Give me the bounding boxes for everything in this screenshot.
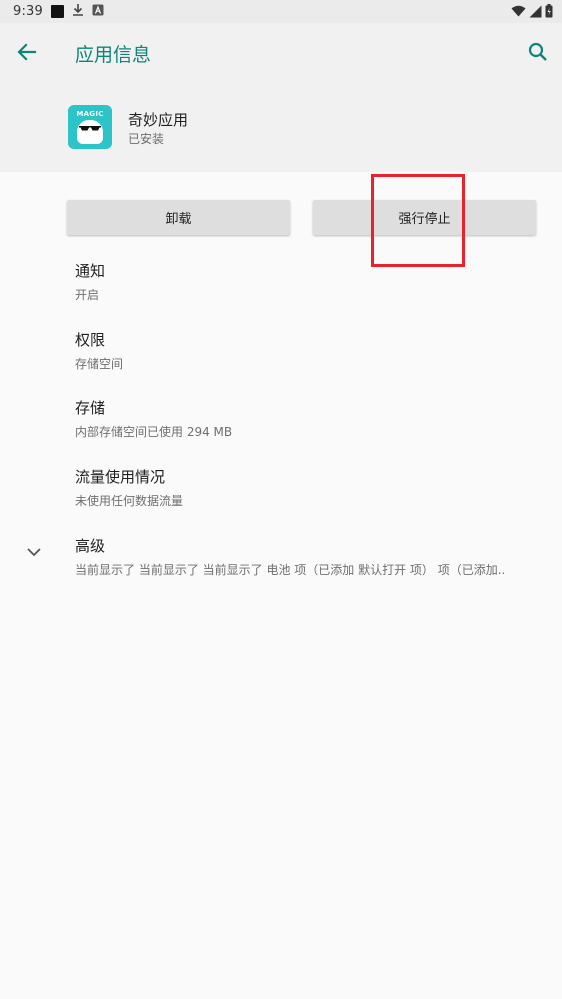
chevron-down-icon[interactable] xyxy=(24,542,44,562)
back-arrow-icon[interactable] xyxy=(15,40,39,64)
uninstall-button[interactable]: 卸载 xyxy=(67,200,290,235)
wifi-icon xyxy=(511,5,526,21)
sunglasses-icon xyxy=(79,126,101,131)
list-item-notifications[interactable]: 通知 开启 xyxy=(75,260,545,303)
status-time: 9:39 xyxy=(13,4,43,19)
list-item-subtitle: 开启 xyxy=(75,288,100,302)
app-name: 奇妙应用 xyxy=(128,111,189,129)
app-icon: MAGIC xyxy=(68,105,112,149)
list-item-title: 流量使用情况 xyxy=(75,468,166,486)
app-bar: 应用信息 xyxy=(0,23,562,81)
list-item-subtitle: 存储空间 xyxy=(75,357,124,371)
search-icon[interactable] xyxy=(526,40,550,64)
battery-icon xyxy=(545,4,553,22)
app-icon-logo-text: MAGIC xyxy=(76,110,104,118)
list-item-data-usage[interactable]: 流量使用情况 未使用任何数据流量 xyxy=(75,466,545,509)
list-item-subtitle: 内部存储空间已使用 294 MB xyxy=(75,425,233,439)
list-item-advanced[interactable]: 高级 当前显示了 当前显示了 当前显示了 电池 项（已添加 默认打开 项） 项（… xyxy=(75,535,537,578)
list-item-title: 存储 xyxy=(75,399,106,417)
notification-square-icon xyxy=(51,5,64,18)
force-stop-button[interactable]: 强行停止 xyxy=(313,200,536,235)
app-icon-face xyxy=(77,120,103,144)
list-item-subtitle: 未使用任何数据流量 xyxy=(75,494,184,508)
list-item-title: 权限 xyxy=(75,331,106,349)
font-a-icon xyxy=(92,4,104,20)
list-item-title: 高级 xyxy=(75,537,106,555)
list-item-permissions[interactable]: 权限 存储空间 xyxy=(75,329,545,372)
list-item-storage[interactable]: 存储 内部存储空间已使用 294 MB xyxy=(75,397,545,440)
app-install-status: 已安装 xyxy=(128,132,165,146)
app-header: MAGIC 奇妙应用 已安装 xyxy=(0,81,562,172)
signal-icon xyxy=(529,5,542,22)
list-item-subtitle: 当前显示了 当前显示了 当前显示了 电池 项（已添加 默认打开 项） 项（已添加… xyxy=(75,563,506,577)
page-title: 应用信息 xyxy=(75,44,152,66)
status-bar: 9:39 xyxy=(0,0,562,23)
download-icon xyxy=(72,3,84,20)
list-item-title: 通知 xyxy=(75,262,106,280)
